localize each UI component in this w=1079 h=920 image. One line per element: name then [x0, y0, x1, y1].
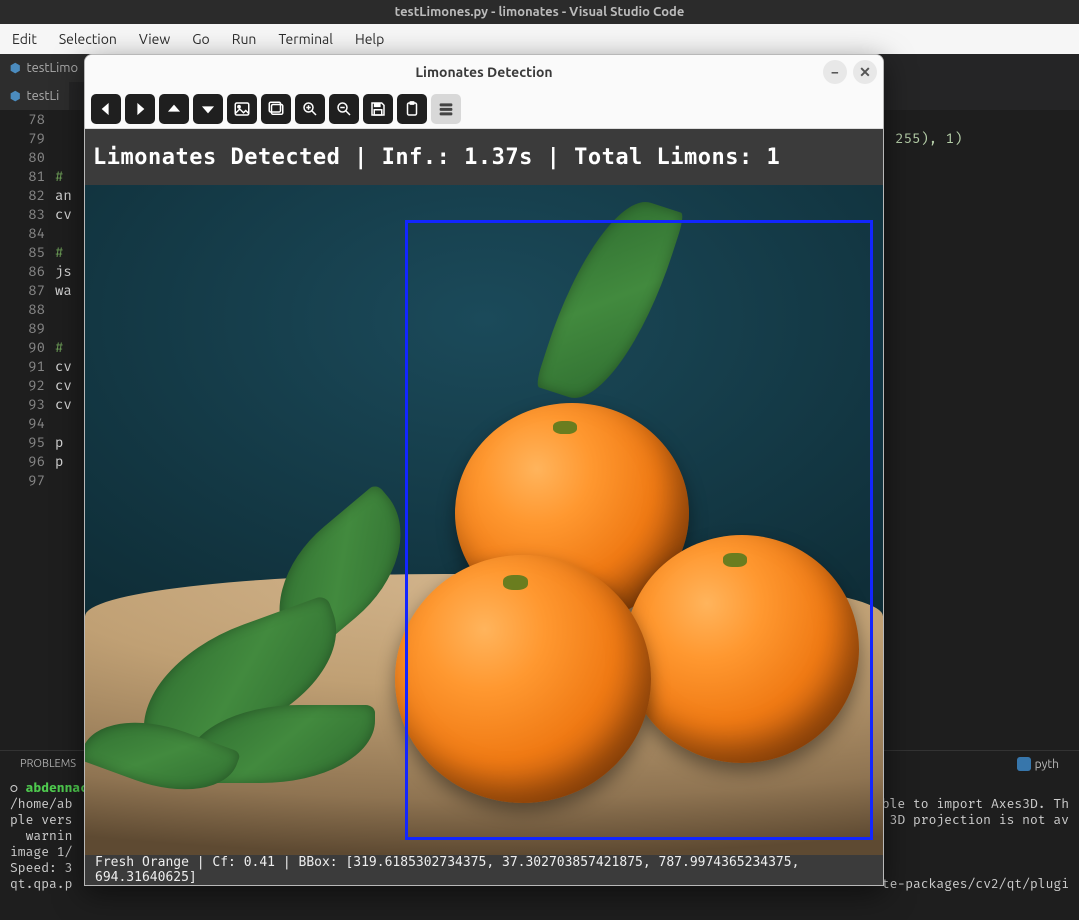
matplotlib-toolbar — [85, 89, 883, 129]
editor-tab-0[interactable]: ⬢ testLimo — [0, 54, 88, 82]
editor-tab-1-label: testLi — [26, 89, 59, 103]
vscode-titlebar: testLimones.py - limonates - Visual Stud… — [0, 0, 1079, 24]
menu-edit[interactable]: Edit — [4, 28, 45, 50]
figure-canvas: Limonates Detected | Inf.: 1.37s | Total… — [85, 129, 883, 885]
menu-view[interactable]: View — [131, 28, 178, 50]
editor-tab-0-label: testLimo — [26, 61, 78, 75]
minimize-button[interactable]: − — [823, 60, 847, 84]
editor-tab-1[interactable]: ⬢ testLi — [0, 82, 69, 110]
menu-selection[interactable]: Selection — [51, 28, 125, 50]
save-icon[interactable] — [363, 94, 393, 124]
python-icon — [1017, 757, 1031, 771]
back-icon[interactable] — [91, 94, 121, 124]
python-file-icon: ⬢ — [10, 61, 20, 75]
vscode-title: testLimones.py - limonates - Visual Stud… — [395, 5, 685, 19]
menu-terminal[interactable]: Terminal — [270, 28, 341, 50]
close-button[interactable]: ✕ — [853, 60, 877, 84]
figure-image — [85, 185, 883, 855]
line-number-gutter: 7879808182838485868788899091929394959697 — [0, 110, 55, 750]
menu-help[interactable]: Help — [347, 28, 392, 50]
matplotlib-title: Limonates Detection — [415, 64, 552, 80]
detection-bounding-box — [405, 220, 873, 839]
window-controls: − ✕ — [823, 60, 877, 84]
menu-go[interactable]: Go — [184, 28, 217, 50]
panel-language-indicator[interactable]: pyth — [1017, 757, 1059, 771]
forward-icon[interactable] — [125, 94, 155, 124]
settings-icon[interactable] — [431, 94, 461, 124]
clipboard-icon[interactable] — [397, 94, 427, 124]
menu-run[interactable]: Run — [224, 28, 265, 50]
matplotlib-window: Limonates Detection − ✕ Limonates Detect… — [84, 54, 884, 886]
figure-status-bar: Fresh Orange | Cf: 0.41 | BBox: [319.618… — [85, 855, 883, 885]
zoom-in-icon[interactable] — [295, 94, 325, 124]
up-icon[interactable] — [159, 94, 189, 124]
python-file-icon: ⬢ — [10, 89, 20, 103]
down-icon[interactable] — [193, 94, 223, 124]
panel-tab-problems[interactable]: PROBLEMS — [20, 758, 76, 770]
figure-title: Limonates Detected | Inf.: 1.37s | Total… — [85, 129, 883, 185]
vscode-menubar: Edit Selection View Go Run Terminal Help — [0, 24, 1079, 54]
image-icon[interactable] — [227, 94, 257, 124]
gallery-icon[interactable] — [261, 94, 291, 124]
matplotlib-titlebar[interactable]: Limonates Detection − ✕ — [85, 55, 883, 89]
zoom-out-icon[interactable] — [329, 94, 359, 124]
